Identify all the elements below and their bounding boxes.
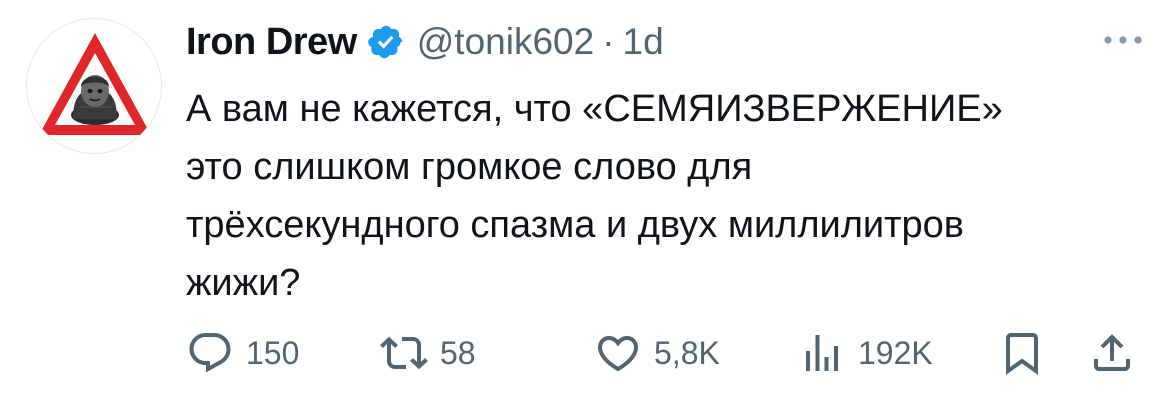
repost-button[interactable]: 58 (380, 326, 476, 380)
more-options-button[interactable] (1100, 26, 1146, 54)
timestamp[interactable]: 1d (623, 21, 664, 63)
heart-icon (597, 336, 639, 372)
author-handle[interactable]: @tonik602 (417, 21, 594, 63)
tweet-header: Iron Drew @tonik602 · 1d (186, 14, 664, 70)
tweet-actions: 150 58 5,8K 192K (186, 326, 1146, 380)
repost-count: 58 (440, 334, 476, 371)
author-name[interactable]: Iron Drew (186, 21, 357, 64)
like-count: 5,8K (654, 334, 720, 371)
separator-dot: · (602, 21, 615, 62)
share-icon (1094, 334, 1130, 371)
bookmark-icon (1006, 333, 1038, 375)
views-count: 192K (858, 334, 933, 371)
avatar[interactable] (26, 18, 162, 154)
warning-sign-avatar-icon (39, 33, 151, 135)
like-button[interactable]: 5,8K (594, 326, 720, 380)
bookmark-button[interactable] (998, 326, 1046, 380)
reply-button[interactable]: 150 (186, 326, 299, 380)
repost-icon (380, 336, 428, 370)
tweet-text: А вам не кажется, что «СЕМЯИЗВЕРЖЕНИЕ» э… (186, 88, 1003, 304)
reply-icon (189, 333, 231, 373)
tweet-card[interactable]: Iron Drew @tonik602 · 1d А вам не кажетс… (0, 0, 1170, 403)
reply-count: 150 (246, 334, 300, 371)
more-dots-icon (1104, 36, 1142, 44)
views-bar-chart-icon (806, 335, 838, 371)
views-button[interactable]: 192K (798, 326, 933, 380)
share-button[interactable] (1088, 326, 1136, 380)
verified-badge-icon (367, 23, 405, 61)
